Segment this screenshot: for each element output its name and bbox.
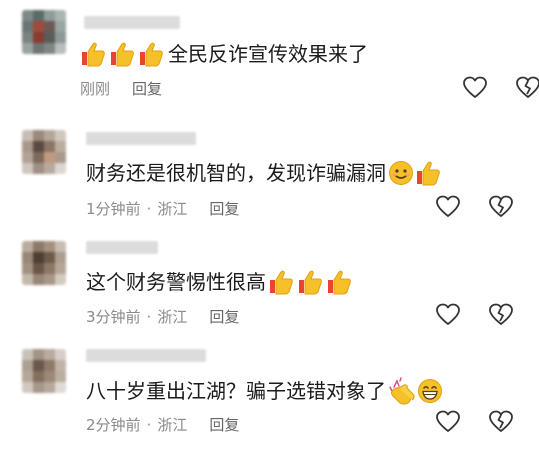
comment-item: 财务还是很机智的，发现诈骗漏洞 1分钟前 · 浙江 回复: [0, 118, 539, 231]
comment-meta: 1分钟前 · 浙江 回复: [86, 198, 239, 219]
like-icon[interactable]: [462, 75, 488, 101]
avatar[interactable]: [22, 130, 66, 174]
avatar[interactable]: [22, 241, 66, 285]
reply-button[interactable]: 回复: [209, 414, 239, 435]
thumbs-up-icon: [328, 270, 351, 295]
thumbs-up-icon: [82, 42, 105, 67]
username[interactable]: [86, 349, 206, 362]
like-icon[interactable]: [435, 409, 461, 435]
reply-button[interactable]: 回复: [209, 198, 239, 219]
thumbs-up-icon: [140, 42, 163, 67]
smiling-face-icon: [389, 161, 413, 185]
comment-item: 这个财务警惕性很高 3分钟前 · 浙江 回复: [0, 231, 539, 339]
comment-text: 八十岁重出江湖？骗子选错对象了: [86, 377, 443, 405]
comment-meta: 刚刚 回复: [80, 78, 162, 99]
username[interactable]: [86, 132, 196, 145]
comment-location: 浙江: [157, 308, 188, 326]
like-icon[interactable]: [435, 302, 461, 328]
trailing-emojis: [388, 377, 443, 405]
clapping-hands-icon: [389, 377, 415, 405]
trailing-emojis: [388, 160, 443, 186]
comment-body: 八十岁重出江湖？骗子选错对象了: [86, 379, 386, 403]
like-icon[interactable]: [435, 194, 461, 220]
dislike-icon[interactable]: [488, 194, 514, 220]
grinning-face-icon: [418, 379, 442, 403]
comment-item: 八十岁重出江湖？骗子选错对象了 2分钟前 · 浙江 回复: [0, 339, 539, 452]
comment-body: 全民反诈宣传效果来了: [168, 42, 368, 66]
dislike-icon[interactable]: [488, 409, 514, 435]
thumbs-up-icon: [111, 42, 134, 67]
avatar[interactable]: [22, 349, 66, 393]
separator: ·: [146, 415, 152, 434]
reply-button[interactable]: 回复: [132, 78, 162, 99]
comment-location: 浙江: [157, 416, 188, 434]
avatar[interactable]: [22, 10, 66, 54]
comment-time: 2分钟前: [86, 416, 141, 434]
leading-emojis: [80, 41, 166, 67]
comment-location: 浙江: [157, 200, 188, 218]
comment-meta: 2分钟前 · 浙江 回复: [86, 414, 239, 435]
separator: ·: [146, 307, 152, 326]
thumbs-up-icon: [417, 161, 440, 186]
comment-text: 这个财务警惕性很高: [86, 269, 354, 295]
separator: ·: [146, 199, 152, 218]
comment-text: 全民反诈宣传效果来了: [80, 41, 368, 67]
comment-time: 1分钟前: [86, 200, 141, 218]
dislike-icon[interactable]: [488, 302, 514, 328]
comment-item: 全民反诈宣传效果来了 刚刚 回复: [0, 0, 539, 118]
username[interactable]: [84, 16, 180, 29]
comment-time: 刚刚: [80, 80, 111, 98]
comment-text: 财务还是很机智的，发现诈骗漏洞: [86, 160, 443, 186]
thumbs-up-icon: [270, 270, 293, 295]
comment-meta: 3分钟前 · 浙江 回复: [86, 306, 239, 327]
comment-body: 这个财务警惕性很高: [86, 270, 266, 294]
trailing-emojis: [268, 269, 354, 295]
comment-body: 财务还是很机智的，发现诈骗漏洞: [86, 161, 386, 185]
username[interactable]: [86, 241, 158, 254]
dislike-icon[interactable]: [515, 75, 539, 101]
thumbs-up-icon: [299, 270, 322, 295]
comment-time: 3分钟前: [86, 308, 141, 326]
reply-button[interactable]: 回复: [209, 306, 239, 327]
